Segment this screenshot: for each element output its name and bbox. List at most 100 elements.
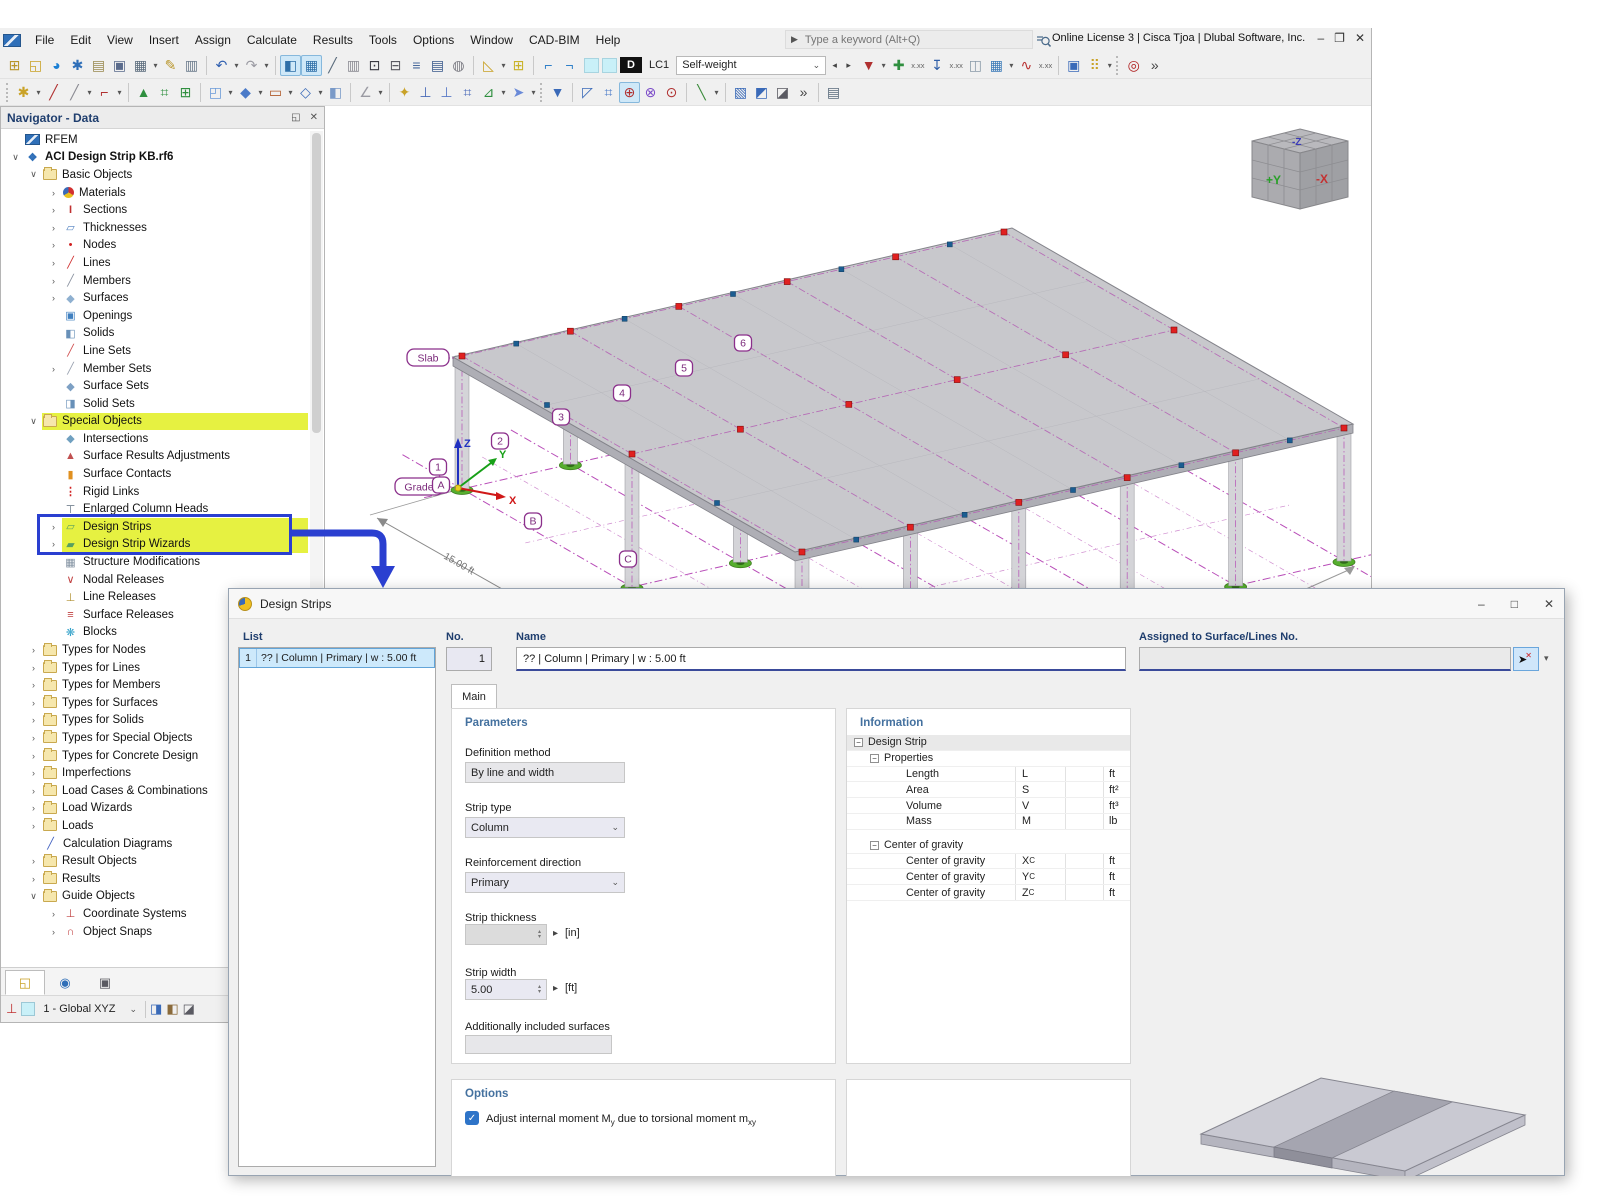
- new-member-load-icon[interactable]: ⊥: [415, 82, 436, 103]
- expand-icon[interactable]: ›: [45, 909, 62, 919]
- load-case-combo[interactable]: Self-weight⌄: [676, 56, 826, 75]
- tree-item[interactable]: Surface Contacts: [1, 465, 324, 483]
- additional-surfaces-field[interactable]: [465, 1035, 612, 1054]
- dialog-maximize-button[interactable]: □: [1511, 597, 1518, 611]
- restore-button[interactable]: ❐: [1334, 31, 1345, 45]
- tree-item[interactable]: ∨ ACI Design Strip KB.rf6: [1, 149, 324, 167]
- menu-item[interactable]: Tools: [361, 31, 405, 49]
- tree-item[interactable]: Openings: [1, 307, 324, 325]
- menu-item[interactable]: CAD-BIM: [521, 31, 588, 49]
- new-surface-load-icon[interactable]: ⊥: [436, 82, 457, 103]
- menu-item[interactable]: Insert: [141, 31, 187, 49]
- tree-item[interactable]: Solid Sets: [1, 395, 324, 413]
- tree-item[interactable]: ∨ Special Objects: [1, 413, 324, 431]
- navigator-toggle-icon[interactable]: ◧: [280, 55, 301, 76]
- prev-load-case-button[interactable]: ◂: [829, 60, 840, 71]
- tree-item[interactable]: › Materials: [1, 184, 324, 202]
- work-plane-icon[interactable]: ◺: [478, 55, 499, 76]
- tab-main[interactable]: Main: [451, 684, 497, 709]
- csys-combo[interactable]: 1 - Global XYZ⌄: [39, 1002, 141, 1016]
- menu-item[interactable]: Results: [305, 31, 361, 49]
- tree-item[interactable]: › Lines: [1, 254, 324, 272]
- tree-item[interactable]: › Nodes: [1, 237, 324, 255]
- expand-icon[interactable]: ›: [45, 293, 62, 303]
- layers-icon[interactable]: ≡: [406, 55, 427, 76]
- render-model-icon[interactable]: ◫: [965, 55, 986, 76]
- expand-icon[interactable]: ∨: [25, 416, 42, 427]
- toolbar2-overflow-icon[interactable]: »: [793, 82, 814, 103]
- online-models-icon[interactable]: ✱: [67, 55, 88, 76]
- design-strip-list[interactable]: 1 ?? | Column | Primary | w : 5.00 ft: [238, 647, 436, 1167]
- model-data-icon[interactable]: ▤: [88, 55, 109, 76]
- osnap-icon[interactable]: ⊙: [661, 82, 682, 103]
- tables-toggle-icon[interactable]: ▦: [301, 55, 322, 76]
- expand-icon[interactable]: ›: [45, 223, 62, 233]
- expand-icon[interactable]: ›: [45, 205, 62, 215]
- move-copy-icon[interactable]: ➤: [508, 82, 529, 103]
- rendering-icon[interactable]: ◍: [448, 55, 469, 76]
- tree-item[interactable]: Structure Modifications: [1, 553, 324, 571]
- expand-icon[interactable]: ›: [25, 663, 42, 673]
- clip-box-icon[interactable]: ◩: [751, 82, 772, 103]
- tree-item[interactable]: › Sections: [1, 201, 324, 219]
- new-entry-icon[interactable]: ✎: [160, 55, 181, 76]
- new-free-load-icon[interactable]: ⌗: [457, 82, 478, 103]
- view-cube[interactable]: -Z +Y -X: [1252, 129, 1348, 209]
- expand-icon[interactable]: ›: [45, 258, 62, 268]
- new-node-icon[interactable]: ✱: [13, 82, 34, 103]
- new-section-icon[interactable]: ⌗: [154, 82, 175, 103]
- console-icon[interactable]: ⊡: [364, 55, 385, 76]
- navigator-tab-display[interactable]: ◉: [45, 970, 85, 995]
- tree-item[interactable]: Intersections: [1, 430, 324, 448]
- expand-icon[interactable]: ›: [25, 786, 42, 796]
- menu-item[interactable]: Help: [588, 31, 629, 49]
- menu-item[interactable]: View: [99, 31, 141, 49]
- expand-icon[interactable]: ∨: [25, 169, 42, 180]
- expand-icon[interactable]: ›: [25, 645, 42, 655]
- new-solid-icon[interactable]: ◆: [235, 82, 256, 103]
- snap-active-icon[interactable]: ⊕: [619, 82, 640, 103]
- menu-item[interactable]: Window: [462, 31, 521, 49]
- new-thickness-icon[interactable]: ⊞: [175, 82, 196, 103]
- redo-icon[interactable]: ↷: [241, 55, 262, 76]
- result-diagram-icon[interactable]: ∿: [1016, 55, 1037, 76]
- menu-item[interactable]: File: [27, 31, 62, 49]
- expand-icon[interactable]: ›: [25, 680, 42, 690]
- expand-icon[interactable]: ›: [25, 821, 42, 831]
- menu-item[interactable]: Calculate: [239, 31, 305, 49]
- search-input[interactable]: [803, 33, 1003, 47]
- strip-type-dropdown[interactable]: Column⌄: [465, 817, 625, 838]
- width-expand-icon[interactable]: ▸: [553, 983, 558, 994]
- new-support-icon[interactable]: ◇: [295, 82, 316, 103]
- edit-mode-icon[interactable]: ◸: [577, 82, 598, 103]
- tree-collapse-icon[interactable]: −: [870, 754, 879, 763]
- toolbar-overflow-icon[interactable]: »: [1144, 55, 1165, 76]
- tree-item[interactable]: › Thicknesses: [1, 219, 324, 237]
- undo-icon[interactable]: ↶: [211, 55, 232, 76]
- tree-item[interactable]: RFEM: [1, 131, 324, 149]
- navigator-float-icon[interactable]: ◱: [291, 112, 300, 123]
- new-surface-icon[interactable]: ◰: [205, 82, 226, 103]
- printout-report-icon[interactable]: ▤: [427, 55, 448, 76]
- filter-loads-icon[interactable]: ▼: [858, 55, 879, 76]
- expand-icon[interactable]: ›: [25, 715, 42, 725]
- select-filter-icon[interactable]: ▼: [547, 82, 568, 103]
- tree-item[interactable]: › Surfaces: [1, 289, 324, 307]
- tree-item[interactable]: › Member Sets: [1, 360, 324, 378]
- name-field[interactable]: ?? | Column | Primary | w : 5.00 ft: [516, 647, 1126, 671]
- tree-collapse-icon[interactable]: −: [870, 841, 879, 850]
- result-values-icon[interactable]: x.xx: [1037, 61, 1054, 70]
- clip-plane-icon[interactable]: ◪: [772, 82, 793, 103]
- new-nodal-load-icon[interactable]: ✦: [394, 82, 415, 103]
- expand-icon[interactable]: ›: [25, 803, 42, 813]
- save-icon[interactable]: ▣: [109, 55, 130, 76]
- renumber-icon[interactable]: ⠿: [1084, 55, 1105, 76]
- expand-icon[interactable]: ›: [25, 768, 42, 778]
- mesh-settings-icon[interactable]: ⌗: [598, 82, 619, 103]
- tree-item[interactable]: Surface Sets: [1, 377, 324, 395]
- adjust-moment-checkbox[interactable]: ✓: [465, 1111, 479, 1125]
- select-objects-picker-button[interactable]: ➤✕: [1513, 647, 1539, 671]
- assigned-field[interactable]: [1139, 647, 1511, 671]
- ortho-icon[interactable]: ⊗: [640, 82, 661, 103]
- new-block-icon[interactable]: ◧: [325, 82, 346, 103]
